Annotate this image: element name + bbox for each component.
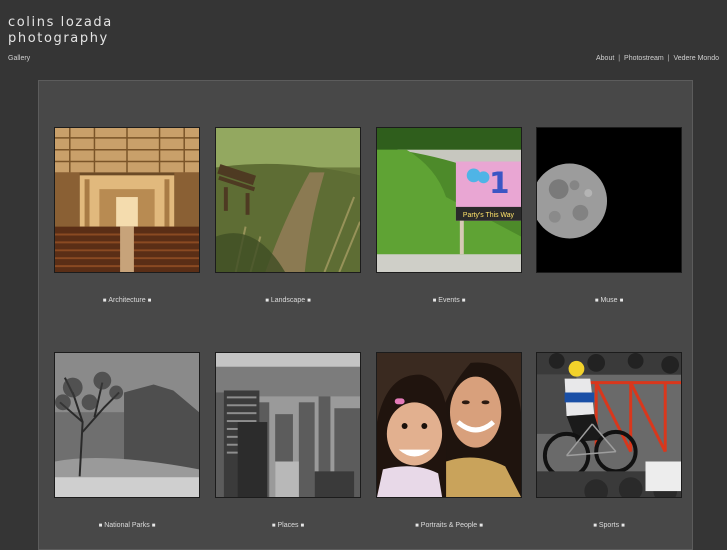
sign-text: Party's This Way: [463, 212, 515, 219]
gallery-link[interactable]: Gallery: [8, 55, 30, 62]
caption-sports[interactable]: ■ Sports ■: [536, 522, 682, 529]
sign-number: 1: [489, 166, 510, 200]
caption-label: Events: [438, 297, 460, 304]
thumbnail-events[interactable]: 1 Party's This Way: [376, 127, 522, 273]
bullet-icon: ■: [415, 523, 419, 529]
caption-label: National Parks: [104, 522, 150, 529]
bullet-icon: ■: [619, 298, 624, 304]
gallery-panel: ■ Architecture ■ ■ Landscape ■ 1 Party's…: [38, 80, 693, 550]
thumbnail-architecture[interactable]: [54, 127, 200, 273]
portraits-people-image: [377, 353, 521, 497]
site-title-line-2: photography: [8, 31, 109, 46]
top-nav: About | Photostream | Vedere Mondo: [596, 55, 719, 62]
nav-separator: |: [618, 55, 621, 62]
caption-muse[interactable]: ■ Muse ■: [536, 297, 682, 304]
thumbnail-national-parks[interactable]: [54, 352, 200, 498]
muse-image: [537, 128, 681, 272]
caption-national-parks[interactable]: ■ National Parks ■: [54, 522, 200, 529]
bullet-icon: ■: [265, 298, 269, 304]
caption-landscape[interactable]: ■ Landscape ■: [215, 297, 361, 304]
events-image: 1 Party's This Way: [377, 128, 521, 272]
nav-photostream-link[interactable]: Photostream: [624, 55, 664, 62]
bullet-icon: ■: [461, 298, 466, 304]
caption-label: Muse: [600, 297, 618, 304]
caption-label: Landscape: [270, 297, 306, 304]
sports-image: [537, 353, 681, 497]
national-parks-image: [55, 353, 199, 497]
thumbnail-portraits-people[interactable]: [376, 352, 522, 498]
thumbnail-sports[interactable]: [536, 352, 682, 498]
caption-portraits-people[interactable]: ■ Portraits & People ■: [376, 522, 522, 529]
caption-events[interactable]: ■ Events ■: [376, 297, 522, 304]
nav-separator: |: [667, 55, 670, 62]
bullet-icon: ■: [593, 523, 597, 529]
site-title-line-1: colins lozada: [8, 15, 113, 30]
bullet-icon: ■: [151, 523, 156, 529]
caption-label: Portraits & People: [420, 522, 478, 529]
thumbnail-muse[interactable]: [536, 127, 682, 273]
caption-architecture[interactable]: ■ Architecture ■: [54, 297, 200, 304]
thumbnail-landscape[interactable]: [215, 127, 361, 273]
bullet-icon: ■: [307, 298, 311, 304]
thumbnail-places[interactable]: [215, 352, 361, 498]
caption-label: Sports: [598, 522, 620, 529]
caption-label: Places: [277, 522, 299, 529]
bullet-icon: ■: [479, 523, 483, 529]
caption-label: Architecture: [108, 297, 146, 304]
architecture-image: [55, 128, 199, 272]
bullet-icon: ■: [147, 298, 152, 304]
bullet-icon: ■: [300, 523, 305, 529]
nav-about-link[interactable]: About: [596, 55, 614, 62]
landscape-image: [216, 128, 360, 272]
places-image: [216, 353, 360, 497]
nav-vedere-mondo-link[interactable]: Vedere Mondo: [673, 55, 719, 62]
site-title[interactable]: colins lozada photography: [8, 15, 113, 47]
caption-places[interactable]: ■ Places ■: [215, 522, 361, 529]
bullet-icon: ■: [621, 523, 625, 529]
